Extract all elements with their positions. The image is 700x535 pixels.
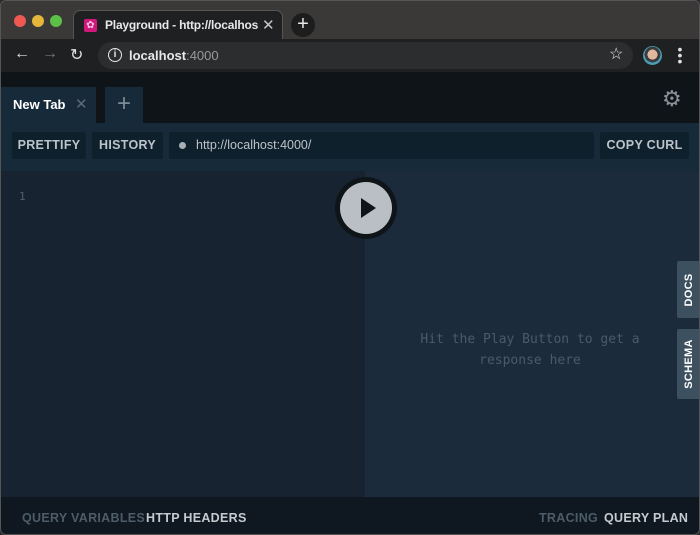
close-tab-icon[interactable]: ✕ bbox=[262, 16, 275, 34]
close-icon[interactable]: ✕ bbox=[75, 95, 88, 113]
bottom-bar: QUERY VARIABLES HTTP HEADERS TRACING QUE… bbox=[1, 497, 699, 534]
schema-tab-label: SCHEMA bbox=[683, 339, 695, 389]
gear-icon[interactable]: ⚙ bbox=[662, 86, 682, 112]
profile-avatar[interactable] bbox=[643, 46, 662, 65]
new-browser-tab-button[interactable]: + bbox=[291, 13, 315, 37]
play-icon bbox=[361, 198, 376, 218]
kebab-menu-icon[interactable]: • • • bbox=[677, 42, 683, 68]
minimize-window-button[interactable] bbox=[32, 15, 44, 27]
playground-toolbar: PRETTIFY HISTORY http://localhost:4000/ … bbox=[1, 123, 699, 171]
line-number: 1 bbox=[19, 190, 26, 203]
http-headers-tab[interactable]: HTTP HEADERS bbox=[146, 511, 247, 525]
browser-window: ✿ Playground - http://localhost:4000/ ✕ … bbox=[0, 0, 700, 535]
playground-tab[interactable]: New Tab ✕ bbox=[1, 87, 96, 123]
query-editor[interactable]: 1 bbox=[1, 171, 365, 497]
tracing-tab[interactable]: TRACING bbox=[539, 511, 598, 525]
prettify-button[interactable]: PRETTIFY bbox=[12, 132, 86, 159]
browser-tab[interactable]: ✿ Playground - http://localhost:4000/ ✕ bbox=[73, 10, 283, 40]
endpoint-input[interactable]: http://localhost:4000/ bbox=[169, 132, 594, 159]
copy-curl-button[interactable]: COPY CURL bbox=[600, 132, 689, 159]
maximize-window-button[interactable] bbox=[50, 15, 62, 27]
url-host: localhost bbox=[129, 48, 187, 63]
browser-tab-title: Playground - http://localhost:4000/ bbox=[105, 18, 258, 32]
add-tab-button[interactable]: + bbox=[105, 87, 143, 123]
info-icon[interactable]: i bbox=[108, 48, 122, 62]
back-arrow-icon[interactable]: ← bbox=[14, 45, 30, 63]
forward-arrow-icon[interactable]: → bbox=[42, 45, 58, 63]
docs-tab[interactable]: DOCS bbox=[677, 261, 699, 318]
history-button[interactable]: HISTORY bbox=[92, 132, 163, 159]
graphql-favicon-icon: ✿ bbox=[84, 19, 97, 32]
bookmark-star-icon[interactable]: ☆ bbox=[609, 44, 623, 64]
docs-tab-label: DOCS bbox=[683, 273, 695, 306]
schema-tab[interactable]: SCHEMA bbox=[677, 329, 699, 399]
address-bar[interactable]: i localhost:4000 bbox=[98, 42, 633, 69]
query-variables-tab[interactable]: QUERY VARIABLES bbox=[22, 511, 145, 525]
address-url[interactable]: localhost:4000 bbox=[129, 48, 219, 63]
play-button-face bbox=[340, 182, 392, 234]
query-plan-tab[interactable]: QUERY PLAN bbox=[604, 511, 688, 525]
browser-toolbar: ← → ↻ i localhost:4000 ☆ • • • bbox=[1, 39, 699, 72]
close-window-button[interactable] bbox=[14, 15, 26, 27]
play-button[interactable] bbox=[335, 177, 397, 239]
url-port: :4000 bbox=[186, 48, 219, 63]
playground-tab-label: New Tab bbox=[13, 97, 66, 112]
status-dot-icon bbox=[179, 142, 186, 149]
result-hint: Hit the Play Button to get a response he… bbox=[420, 332, 640, 368]
title-bar: ✿ Playground - http://localhost:4000/ ✕ … bbox=[1, 1, 699, 40]
playground-tab-bar: New Tab ✕ + ⚙ bbox=[1, 72, 699, 123]
reload-icon[interactable]: ↻ bbox=[70, 45, 83, 65]
result-panel: Hit the Play Button to get a response he… bbox=[365, 171, 699, 497]
endpoint-url: http://localhost:4000/ bbox=[196, 138, 312, 152]
